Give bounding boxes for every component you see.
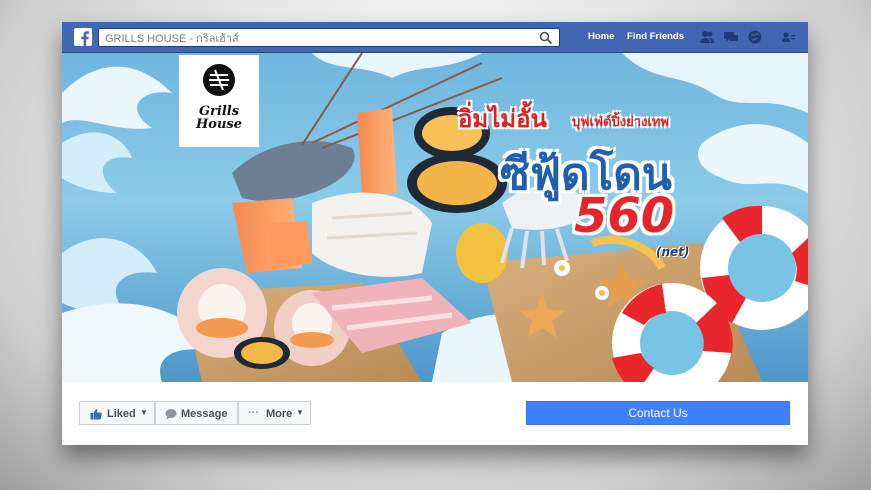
message-bubble-icon (165, 409, 177, 420)
cover-photo[interactable]: Grills House อิ่มไม่อั้น บุฟเฟ่ต์ปิ้งย่า… (62, 53, 808, 382)
price-value: 560 (574, 188, 675, 244)
logo-line-2: House (196, 117, 242, 132)
grills-house-logo: Grills House (179, 55, 259, 147)
thumbs-up-icon (90, 409, 102, 420)
facebook-topbar: Home Find Friends (62, 22, 808, 53)
more-button[interactable]: ··· More ▼ (238, 401, 311, 425)
facebook-page-frame: Home Find Friends (62, 22, 808, 445)
seafood-cover-artwork (62, 53, 808, 382)
search-icon[interactable] (539, 31, 553, 45)
friend-requests-icon[interactable] (699, 29, 715, 45)
contact-us-button[interactable]: Contact Us (526, 401, 790, 425)
grill-logo-icon (203, 64, 235, 96)
liked-label: Liked (107, 408, 136, 420)
chevron-down-icon: ▼ (140, 408, 148, 417)
page-action-bar: Liked ▼ Message ··· More ▼ Contact Us (62, 382, 808, 445)
chevron-down-icon: ▼ (296, 408, 304, 417)
nav-home-link[interactable]: Home (588, 31, 614, 42)
price-net-label: (net) (656, 245, 690, 259)
messages-icon[interactable] (723, 29, 739, 45)
message-button[interactable]: Message (155, 401, 238, 425)
more-dots-icon: ··· (248, 407, 259, 419)
nav-find-friends-link[interactable]: Find Friends (627, 31, 684, 42)
headline-all-you-can-eat: อิ่มไม่อั้น (458, 105, 547, 133)
search-bar (98, 28, 560, 47)
notifications-globe-icon[interactable] (747, 29, 763, 45)
message-label: Message (181, 408, 228, 420)
headline-buffet-grill: บุฟเฟ่ต์ปิ้งย่างเทพ (572, 115, 669, 130)
more-label: More (266, 408, 293, 420)
logo-wordmark: Grills House (179, 105, 259, 131)
facebook-logo-icon[interactable] (74, 28, 92, 46)
liked-button[interactable]: Liked ▼ (79, 401, 155, 425)
search-input[interactable] (105, 31, 525, 45)
settings-icon[interactable] (780, 29, 796, 45)
